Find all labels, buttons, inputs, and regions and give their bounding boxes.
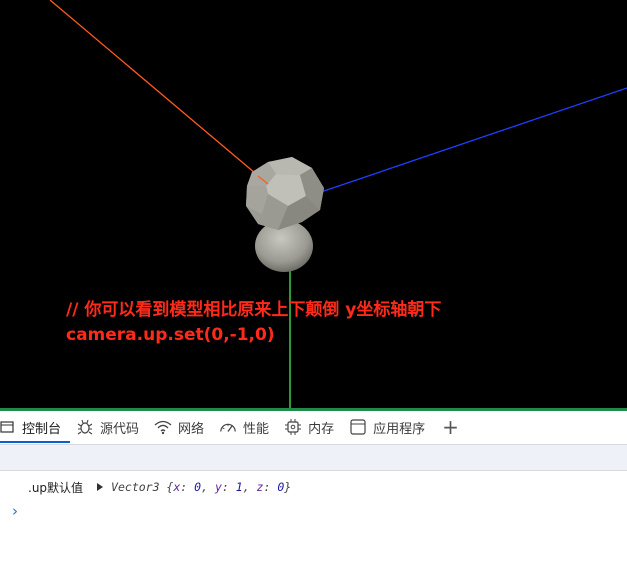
tab-console[interactable]: 控制台: [0, 411, 71, 443]
log-x-value: 0: [194, 480, 202, 494]
console-toolbar: [0, 444, 627, 471]
annotation-line-1: // 你可以看到模型相比原来上下颠倒 y坐标轴朝下: [66, 300, 442, 320]
console-icon: [0, 418, 16, 436]
log-prefix: Vector3 {: [111, 480, 174, 494]
polyhedron-mesh: [246, 157, 324, 230]
console-output: .up默认值 Vector3 {x: 0, y: 1, z: 0} ›: [0, 471, 627, 565]
tab-memory-label: 内存: [308, 421, 335, 437]
x-axis-line: [49, 0, 269, 185]
tab-console-label: 控制台: [22, 421, 62, 437]
tab-sources[interactable]: 源代码: [70, 411, 148, 443]
tab-sources-label: 源代码: [100, 421, 140, 437]
console-log-entry: .up默认值 Vector3 {x: 0, y: 1, z: 0}: [28, 477, 291, 497]
tab-network-label: 网络: [178, 421, 205, 437]
add-tab-button[interactable]: +: [434, 411, 467, 443]
log-y-value: 1: [235, 480, 243, 494]
tab-memory[interactable]: 内存: [278, 411, 343, 443]
wifi-icon: [154, 418, 172, 436]
log-message-label: .up默认值: [28, 480, 84, 495]
log-object-preview[interactable]: Vector3 {x: 0, y: 1, z: 0}: [111, 480, 291, 494]
devtools-tab-bar: 控制台 源代码 网络 性能 内存 应用程序 +: [0, 411, 627, 443]
console-prompt-icon[interactable]: ›: [12, 502, 18, 520]
tab-application-label: 应用程序: [373, 421, 426, 437]
code-annotation: // 你可以看到模型相比原来上下颠倒 y坐标轴朝下 camera.up.set(…: [66, 298, 441, 348]
annotation-line-2: camera.up.set(0,-1,0): [66, 325, 275, 345]
expand-object-icon[interactable]: [97, 483, 104, 491]
tab-application[interactable]: 应用程序: [343, 411, 434, 443]
log-suffix: }: [284, 480, 292, 494]
z-axis-line: [317, 87, 627, 194]
log-y-key: y: [214, 480, 222, 494]
app-window: // 你可以看到模型相比原来上下颠倒 y坐标轴朝下 camera.up.set(…: [0, 0, 627, 565]
tab-performance-label: 性能: [243, 421, 270, 437]
3d-viewport-canvas[interactable]: // 你可以看到模型相比原来上下颠倒 y坐标轴朝下 camera.up.set(…: [0, 0, 627, 408]
app-window-icon: [349, 418, 367, 436]
chip-icon: [284, 418, 302, 436]
gauge-icon: [219, 418, 237, 436]
log-x-key: x: [173, 480, 181, 494]
tab-network[interactable]: 网络: [148, 411, 213, 443]
log-z-key: z: [256, 480, 264, 494]
bug-icon: [76, 418, 94, 436]
tab-performance[interactable]: 性能: [213, 411, 278, 443]
